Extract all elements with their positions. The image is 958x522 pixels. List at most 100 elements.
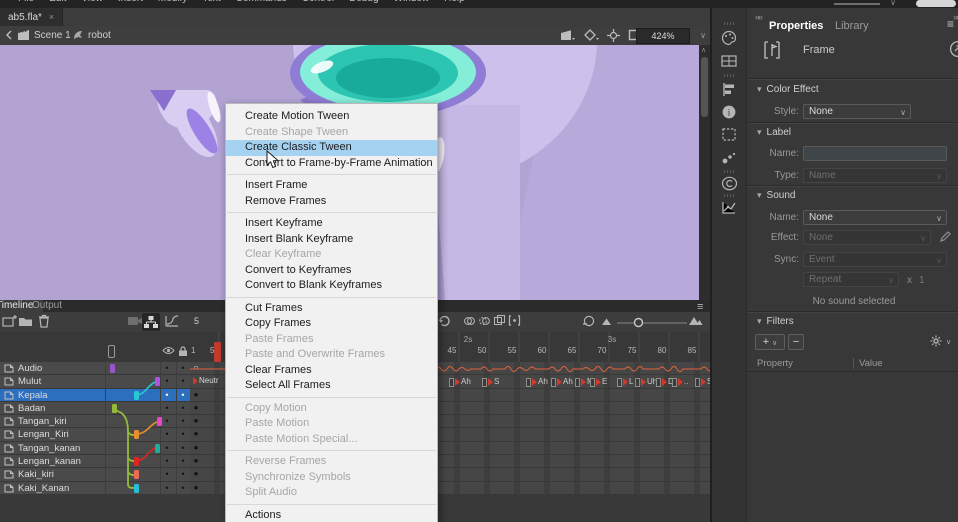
layer-lock-dot[interactable]: •	[176, 455, 190, 467]
layer-visibility-dot[interactable]: •	[160, 389, 174, 401]
transform-panel-icon[interactable]	[721, 127, 737, 142]
onion-skin-outlines-icon[interactable]	[478, 314, 491, 327]
edit-sound-pencil-icon[interactable]	[939, 230, 952, 243]
modify-markers-icon[interactable]	[508, 314, 521, 327]
menubar-item[interactable]: Help	[444, 0, 465, 8]
properties-panel-menu-icon[interactable]: ≡	[947, 17, 954, 31]
info-icon[interactable]: i	[721, 104, 737, 120]
parent-tag[interactable]	[134, 470, 139, 479]
layer-lock-dot[interactable]: •	[176, 442, 190, 454]
timeline-zoom-slider[interactable]	[617, 321, 687, 325]
motion-graph-icon[interactable]	[721, 200, 737, 215]
zoom-level-select[interactable]: 424%	[636, 28, 690, 44]
menubar-item[interactable]: View	[81, 0, 103, 8]
mouth-keyframe[interactable]: S	[482, 375, 499, 388]
context-menu-item[interactable]: Copy Frames	[226, 316, 437, 332]
timeline-zoom-knob[interactable]	[633, 317, 644, 328]
layer-lock-dot[interactable]: •	[176, 468, 190, 480]
frame1-keyframe[interactable]	[190, 482, 202, 494]
context-menu-item[interactable]: Actions	[226, 508, 437, 522]
context-menu-item[interactable]: Insert Keyframe	[226, 216, 437, 232]
new-layer-icon[interactable]	[2, 314, 17, 328]
center-stage-icon[interactable]	[607, 29, 620, 42]
scene-name[interactable]: Scene 1	[34, 30, 71, 41]
search-input[interactable]	[916, 0, 956, 7]
context-menu-item[interactable]: Convert to Blank Keyframes	[226, 278, 437, 294]
eye-icon[interactable]	[162, 346, 175, 355]
onion-skin-icon[interactable]	[463, 314, 476, 327]
layer-visibility-dot[interactable]: •	[160, 442, 174, 454]
frame1-keyframe[interactable]	[190, 442, 202, 454]
layer-lock-dot[interactable]: •	[176, 402, 190, 414]
color-palette-icon[interactable]	[721, 30, 737, 46]
edit-symbols-icon[interactable]	[584, 29, 600, 42]
menubar-item[interactable]: Text	[202, 0, 220, 8]
menubar-item[interactable]: Insert	[118, 0, 143, 8]
back-arrow-icon[interactable]	[4, 29, 14, 41]
layer-visibility-dot[interactable]: •	[160, 375, 174, 387]
label-name-input[interactable]	[803, 146, 947, 161]
lock-icon[interactable]	[178, 346, 188, 357]
frame1-keyframe[interactable]	[190, 389, 202, 401]
parent-tag[interactable]	[134, 430, 139, 439]
filter-options-button[interactable]: ∨	[925, 334, 955, 350]
mouth-keyframe[interactable]: Ah	[449, 375, 471, 388]
menubar-item[interactable]: Modify	[158, 0, 187, 8]
camera-icon[interactable]	[127, 314, 143, 327]
tab-properties[interactable]: Properties	[769, 20, 823, 32]
context-menu-item[interactable]: Clear Frames	[226, 363, 437, 379]
scroll-up-icon[interactable]: ∧	[701, 46, 706, 54]
section-color-effect[interactable]: Color Effect	[757, 84, 819, 95]
document-tab[interactable]: ab5.fla* ×	[0, 8, 63, 26]
zoom-in-timeline-icon[interactable]	[688, 315, 703, 326]
context-menu-item[interactable]: Select All Frames	[226, 378, 437, 394]
section-sound[interactable]: Sound	[757, 190, 795, 201]
menubar-item[interactable]: Edit	[49, 0, 66, 8]
creative-cloud-icon[interactable]	[721, 176, 738, 191]
edit-multiple-frames-icon[interactable]	[493, 314, 506, 327]
parent-tag[interactable]	[110, 364, 115, 373]
layer-lock-dot[interactable]: •	[176, 415, 190, 427]
tab-output[interactable]: Output	[32, 300, 62, 312]
context-menu-item[interactable]: Convert to Frame-by-Frame Animation ›	[226, 156, 437, 172]
parent-tag[interactable]	[134, 391, 139, 400]
layer-visibility-dot[interactable]: •	[160, 482, 174, 494]
frame1-keyframe[interactable]	[190, 468, 202, 480]
center-playhead-icon[interactable]	[582, 314, 596, 328]
align-panel-icon[interactable]	[721, 82, 737, 97]
collapse-panel-icon[interactable]: ««	[755, 12, 761, 22]
playhead[interactable]	[214, 342, 221, 362]
layer-visibility-dot[interactable]: •	[160, 362, 174, 374]
mouth-keyframe[interactable]: ..	[672, 375, 688, 388]
context-menu-item[interactable]: Cut Frames	[226, 301, 437, 317]
frame1-keyframe[interactable]	[190, 455, 202, 467]
mouth-keyframe[interactable]: Uh	[635, 375, 657, 388]
context-menu-item[interactable]: Create Classic Tween	[226, 140, 437, 156]
add-filter-button[interactable]: + ∨	[755, 334, 785, 350]
tab-library[interactable]: Library	[835, 20, 869, 32]
close-icon[interactable]: ×	[49, 12, 54, 22]
help-circle-icon[interactable]	[949, 40, 958, 58]
layer-visibility-dot[interactable]: •	[160, 468, 174, 480]
frame1-keyframe[interactable]	[190, 428, 202, 440]
menubar-item[interactable]: Commands	[236, 0, 287, 8]
edit-scene-icon[interactable]	[560, 29, 576, 42]
menubar-item[interactable]: Window	[394, 0, 430, 8]
menubar-item[interactable]: Control	[302, 0, 334, 8]
particles-icon[interactable]	[721, 150, 737, 165]
frame1-keyframe[interactable]	[190, 402, 202, 414]
layer-parenting-toggle[interactable]	[142, 313, 160, 331]
menubar-item[interactable]: Debug	[349, 0, 378, 8]
repeat-count-value[interactable]: 1	[919, 275, 925, 286]
context-menu-item[interactable]: Insert Frame	[226, 178, 437, 194]
delete-layer-trash-icon[interactable]	[38, 314, 50, 328]
section-filters[interactable]: Filters	[757, 316, 794, 327]
layer-visibility-dot[interactable]: •	[160, 455, 174, 467]
context-menu-item[interactable]: Remove Frames	[226, 194, 437, 210]
style-select[interactable]: None ∨	[803, 104, 911, 119]
mouth-keyframe[interactable]: S	[695, 375, 710, 388]
layer-visibility-dot[interactable]: •	[160, 428, 174, 440]
parent-tag[interactable]	[134, 484, 139, 493]
layer-lock-dot[interactable]: •	[176, 375, 190, 387]
new-folder-icon[interactable]	[18, 314, 33, 328]
